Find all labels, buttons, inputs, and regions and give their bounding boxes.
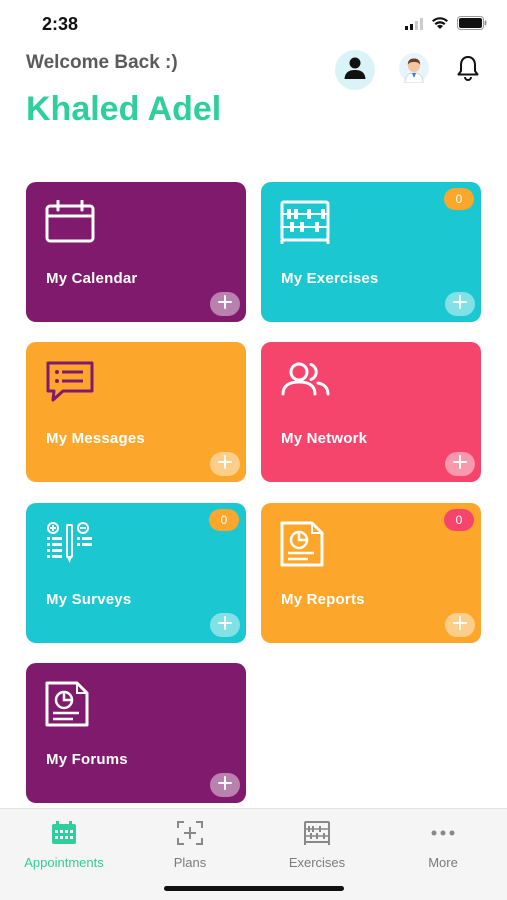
card-my-messages[interactable]: My Messages (26, 342, 246, 482)
abacus-icon (303, 819, 331, 847)
plus-icon (218, 454, 232, 474)
card-my-network[interactable]: My Network (261, 342, 481, 482)
card-label: My Exercises (281, 270, 379, 287)
battery-icon (457, 16, 487, 35)
reports-badge: 0 (444, 509, 474, 531)
card-label: My Calendar (46, 270, 138, 287)
add-survey-button[interactable] (210, 613, 240, 637)
message-icon (45, 360, 97, 404)
status-bar: 2:38 (0, 0, 507, 50)
bell-icon (456, 55, 480, 86)
card-label: My Surveys (46, 591, 132, 608)
header-actions (335, 50, 483, 90)
signal-icon (405, 17, 423, 35)
notifications-button[interactable] (453, 53, 483, 87)
user-name: Khaled Adel (26, 90, 222, 128)
more-dots-icon (429, 819, 457, 847)
plus-icon (453, 294, 467, 314)
card-label: My Forums (46, 751, 128, 768)
tab-exercises[interactable]: Exercises (254, 819, 380, 870)
add-report-button[interactable] (445, 613, 475, 637)
plus-icon (218, 294, 232, 314)
card-label: My Reports (281, 591, 365, 608)
tab-label: More (428, 855, 458, 870)
doctor-avatar-icon (399, 52, 429, 88)
card-my-calendar[interactable]: My Calendar (26, 182, 246, 322)
tab-label: Plans (173, 855, 207, 870)
status-icons (405, 16, 487, 35)
doctor-avatar-button[interactable] (397, 52, 431, 88)
card-label: My Messages (46, 430, 145, 447)
plus-icon (453, 454, 467, 474)
plus-icon (218, 775, 232, 795)
status-time: 2:38 (42, 14, 79, 34)
add-forum-button[interactable] (210, 773, 240, 797)
card-my-forums[interactable]: My Forums (26, 663, 246, 803)
card-my-exercises[interactable]: 0 My Exercises (261, 182, 481, 322)
plus-icon (453, 615, 467, 635)
welcome-text: Welcome Back :) (26, 52, 178, 73)
report-icon (280, 521, 332, 567)
add-message-button[interactable] (210, 452, 240, 476)
card-label: My Network (281, 430, 368, 447)
user-icon (343, 56, 367, 85)
add-exercise-button[interactable] (445, 292, 475, 316)
add-network-button[interactable] (445, 452, 475, 476)
plans-icon (176, 819, 204, 847)
tab-appointments[interactable]: Appointments (1, 819, 127, 870)
tab-label: Exercises (288, 855, 346, 870)
wifi-icon (431, 16, 449, 35)
calendar-icon (45, 199, 97, 244)
card-my-reports[interactable]: 0 My Reports (261, 503, 481, 643)
tab-label: Appointments (24, 855, 104, 870)
home-indicator[interactable] (164, 886, 344, 891)
calendar-grid-icon (50, 819, 78, 847)
exercises-badge: 0 (444, 188, 474, 210)
tab-more[interactable]: More (380, 819, 506, 870)
abacus-icon (280, 200, 332, 244)
surveys-badge: 0 (209, 509, 239, 531)
users-icon (280, 360, 332, 404)
profile-button[interactable] (335, 50, 375, 90)
card-my-surveys[interactable]: 0 My Surveys (26, 503, 246, 643)
survey-icon (45, 521, 97, 565)
forum-icon (45, 681, 97, 727)
tab-plans[interactable]: Plans (127, 819, 253, 870)
add-calendar-button[interactable] (210, 292, 240, 316)
plus-icon (218, 615, 232, 635)
